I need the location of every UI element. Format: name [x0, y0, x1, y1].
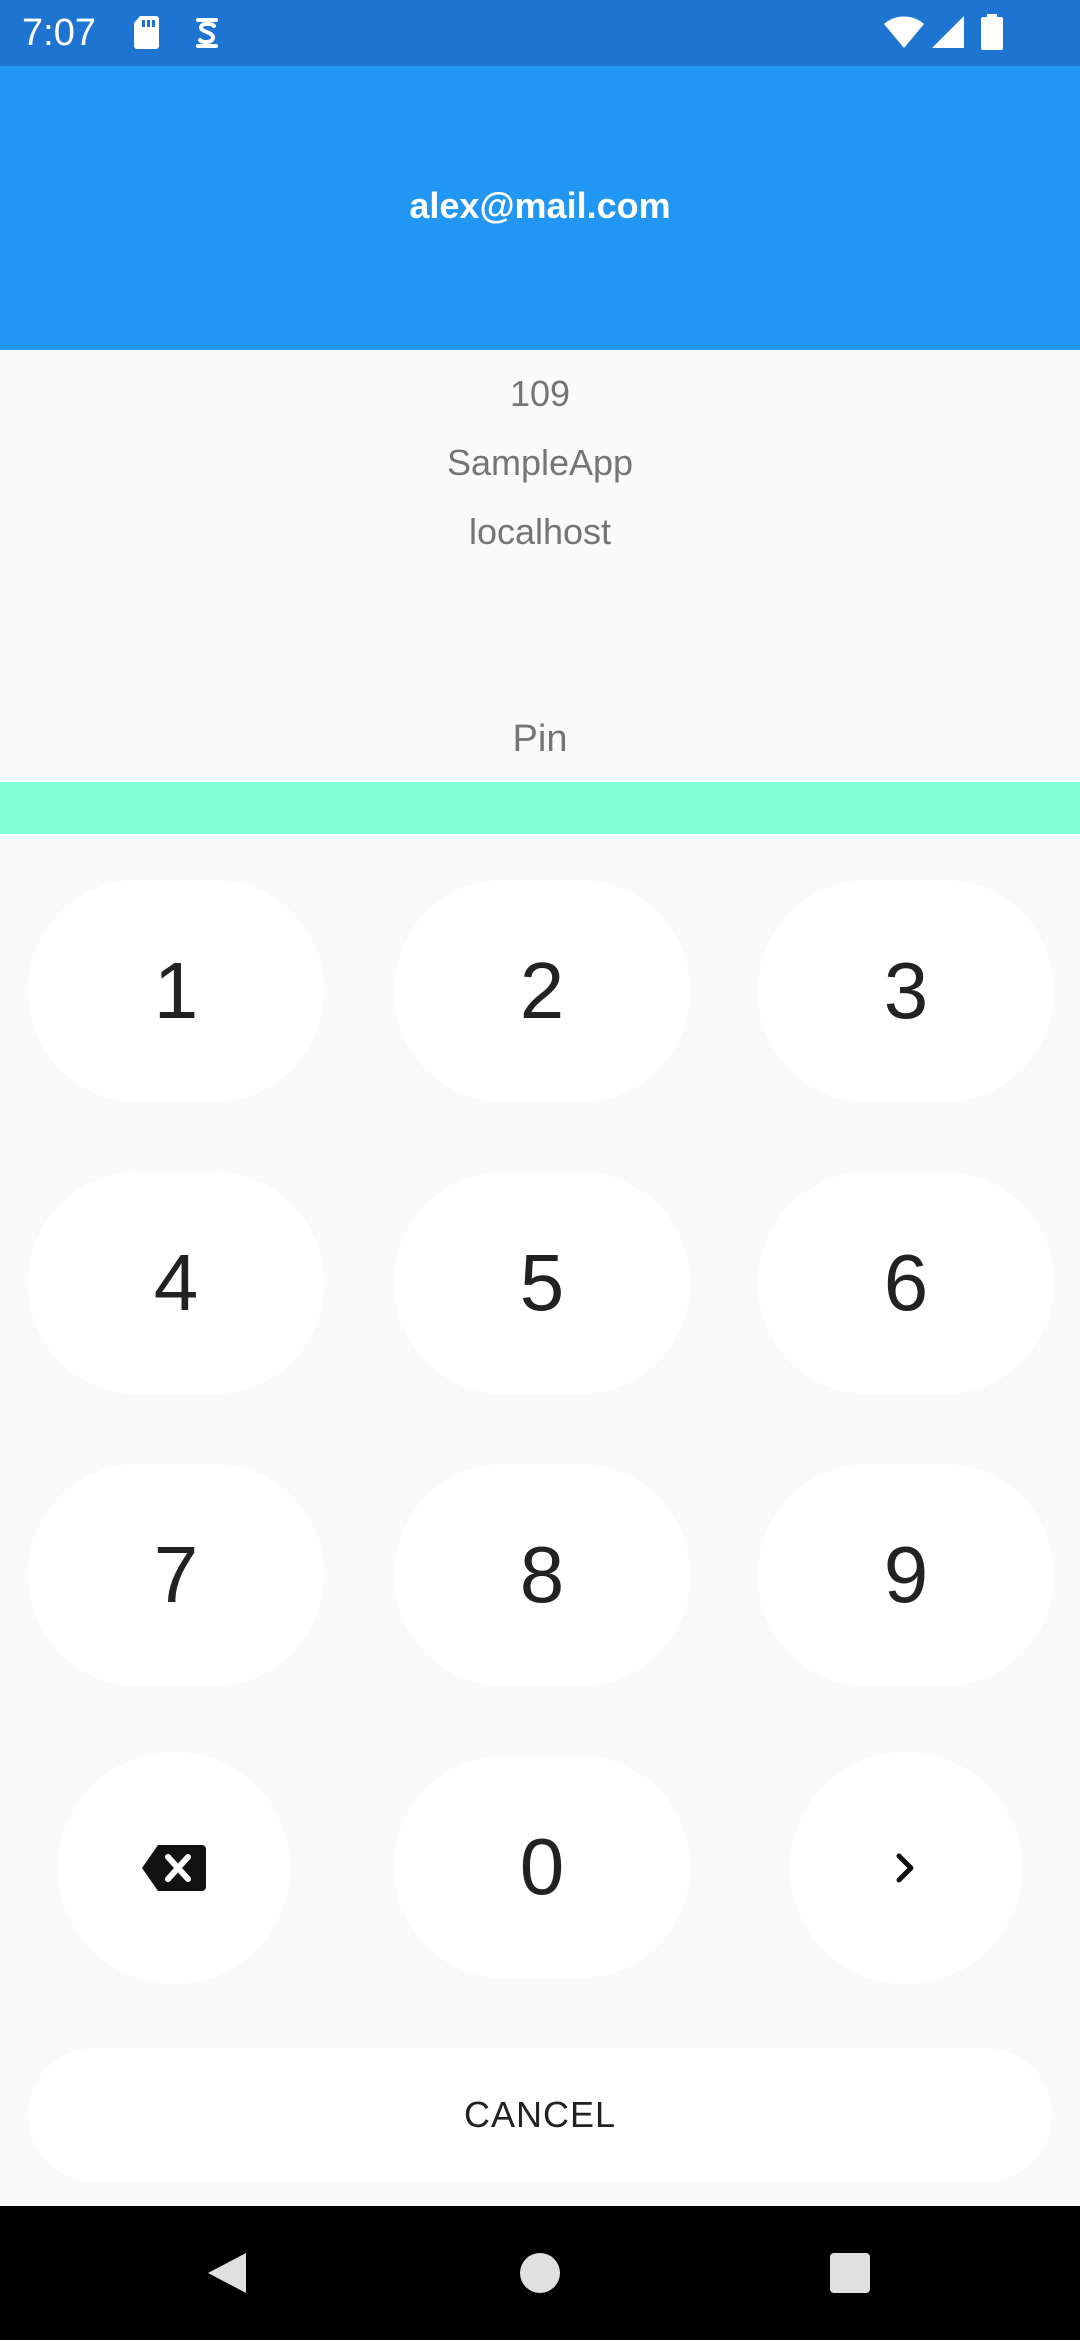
key-0[interactable]: 0 [394, 1756, 690, 1978]
chevron-right-icon [896, 1853, 914, 1883]
key-4[interactable]: 4 [28, 1172, 324, 1394]
status-time: 7:07 [22, 12, 96, 54]
pin-field[interactable] [0, 782, 1080, 834]
key-6[interactable]: 6 [758, 1172, 1054, 1394]
battery-icon [981, 14, 1003, 50]
info-host: localhost [468, 511, 612, 552]
key-3-label: 3 [883, 946, 929, 1035]
sd-card-icon [134, 16, 159, 49]
app-header: alex@mail.com [0, 66, 1080, 350]
key-2[interactable]: 2 [394, 880, 690, 1102]
key-5[interactable]: 5 [394, 1172, 690, 1394]
key-0-label: 0 [519, 1822, 565, 1911]
key-9-label: 9 [883, 1530, 929, 1619]
key-5-label: 5 [519, 1238, 565, 1327]
info-app-name: SampleApp [446, 442, 634, 483]
back-icon[interactable] [196, 2241, 260, 2305]
recent-apps-icon[interactable] [818, 2241, 882, 2305]
key-4-label: 4 [153, 1238, 199, 1327]
key-7-label: 7 [153, 1530, 199, 1619]
key-1-label: 1 [153, 946, 199, 1035]
backspace-icon [142, 1845, 206, 1891]
cancel-button[interactable]: CANCEL [28, 2048, 1052, 2182]
key-8-label: 8 [519, 1530, 565, 1619]
signal-icon [932, 16, 964, 48]
key-6-label: 6 [883, 1238, 929, 1327]
wifi-icon [884, 16, 924, 48]
key-1[interactable]: 1 [28, 880, 324, 1102]
s-app-icon [196, 18, 218, 48]
key-8[interactable]: 8 [394, 1464, 690, 1686]
key-2-label: 2 [519, 946, 565, 1035]
home-icon[interactable] [508, 2241, 572, 2305]
account-email: alex@mail.com [409, 185, 671, 226]
status-bar: 7:07 [0, 0, 1080, 66]
navigation-bar [0, 2206, 1080, 2340]
key-9[interactable]: 9 [758, 1464, 1054, 1686]
info-number: 109 [509, 373, 571, 414]
key-7[interactable]: 7 [28, 1464, 324, 1686]
next-button[interactable] [790, 1752, 1022, 1984]
backspace-button[interactable] [58, 1752, 290, 1984]
key-3[interactable]: 3 [758, 880, 1054, 1102]
pin-label: Pin [512, 718, 568, 760]
